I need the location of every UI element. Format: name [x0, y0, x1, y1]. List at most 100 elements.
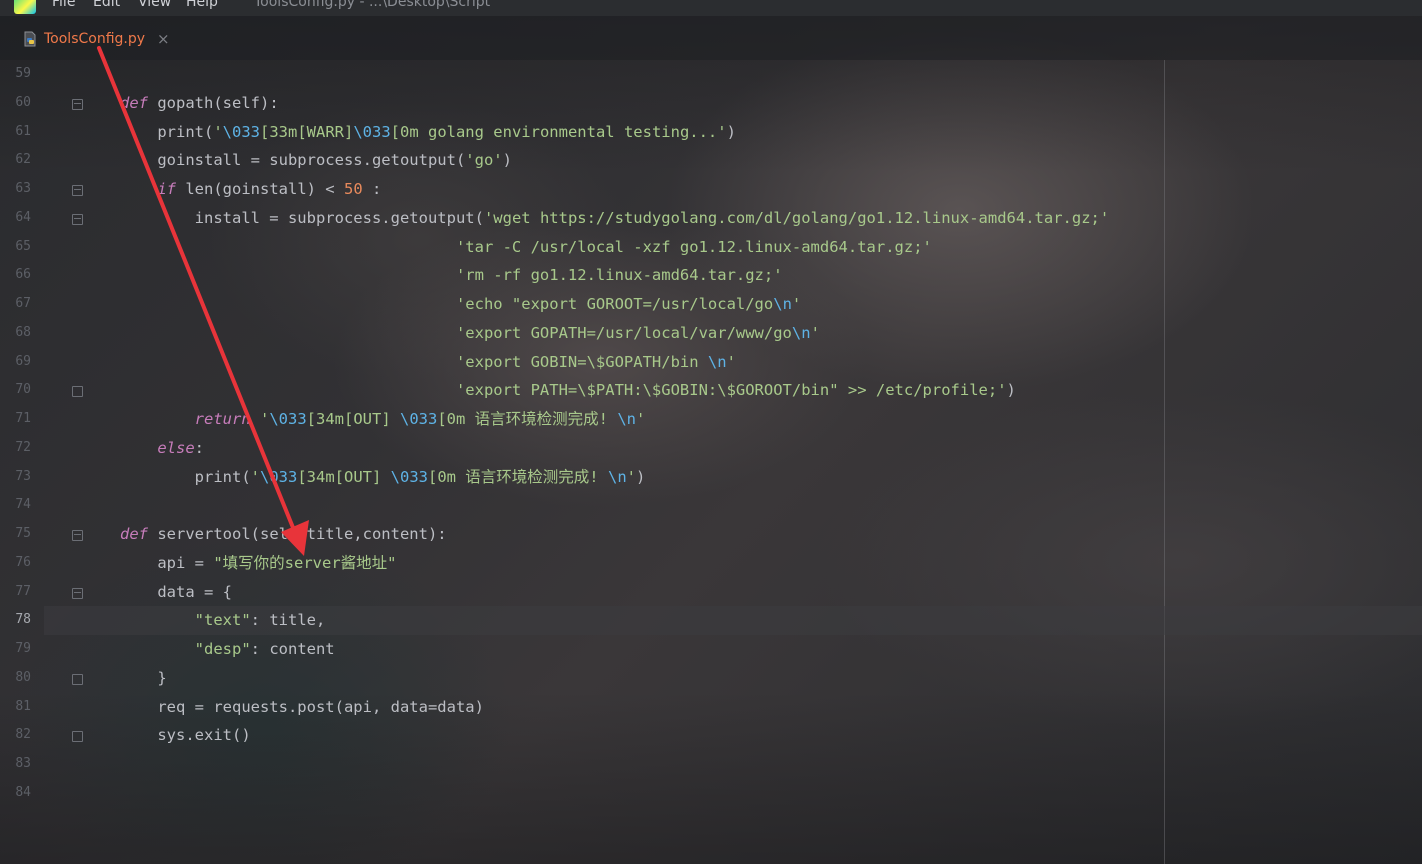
code-token: "填写你的server酱地址" [213, 553, 397, 572]
code-token: \n [707, 352, 727, 371]
code-line[interactable]: 60 def gopath(self): [0, 89, 1422, 118]
code-text: install = subprocess.getoutput('wget htt… [120, 204, 1110, 233]
code-token: : content [250, 640, 335, 658]
line-number: 76 [15, 554, 31, 570]
code-line[interactable]: 79 "desp": content [0, 635, 1422, 664]
line-number: 79 [15, 641, 31, 656]
line-number: 63 [15, 181, 31, 196]
code-line[interactable]: 75 def servertool(self,title,content): [0, 520, 1422, 549]
code-token: ' [250, 467, 260, 486]
code-token: [34m[OUT] [297, 467, 391, 486]
line-number: 81 [15, 698, 31, 714]
code-line[interactable]: 84 [0, 779, 1422, 808]
code-editor[interactable]: 59 60 def gopath(self): 61 print('\033[33m[… [0, 60, 1422, 864]
code-line[interactable]: 78 "text": title, [0, 606, 1422, 635]
line-number: 70 [15, 382, 31, 398]
line-number: 62 [15, 152, 31, 168]
code-line[interactable]: 70 'export PATH=\$PATH:\$GOBIN:\$GOROOT/… [0, 376, 1422, 405]
code-token: ) [1006, 381, 1016, 400]
tab-toolsconfig[interactable]: ToolsConfig.py × [22, 24, 170, 54]
line-number: 71 [15, 411, 31, 426]
code-line[interactable]: 68 'export GOPATH=/usr/local/var/www/go\… [0, 319, 1422, 348]
menu-view[interactable]: View [138, 0, 171, 10]
code-token: req = requests.post(api, data=data) [120, 697, 484, 716]
code-line[interactable]: 63 if len(goinstall) < 50 : [0, 175, 1422, 204]
code-line[interactable]: 82 sys.exit() [0, 721, 1422, 750]
code-text: return '\033[34m[OUT] \033[0m 语言环境检测完成! … [120, 405, 646, 434]
code-line[interactable]: 64 install = subprocess.getoutput('wget … [0, 204, 1422, 233]
code-line[interactable]: 83 [0, 750, 1422, 779]
tab-label: ToolsConfig.py [44, 31, 146, 47]
code-line[interactable]: 80 } [0, 664, 1422, 693]
code-token: 'tar -C /usr/local -xzf go1.12.linux-amd… [120, 237, 932, 256]
code-line[interactable]: 73 print('\033[34m[OUT] \033[0m 语言环境检测完成… [0, 463, 1422, 492]
code-text: 'echo "export GOROOT=/usr/local/go\n' [120, 290, 801, 319]
code-token: } [120, 668, 167, 687]
code-token: ) [502, 151, 512, 170]
code-line[interactable]: 69 'export GOBIN=\$GOPATH/bin \n' [0, 348, 1422, 377]
code-line[interactable]: 62 goinstall = subprocess.getoutput('go'… [0, 146, 1422, 175]
code-line[interactable]: 76 api = "填写你的server酱地址" [0, 549, 1422, 578]
code-token: \033 [269, 410, 307, 428]
code-token: \n [617, 410, 636, 428]
menu-help[interactable]: Help [186, 0, 218, 10]
code-token: goinstall = subprocess.getoutput( [120, 151, 466, 170]
code-token: ' [626, 467, 636, 486]
code-line[interactable]: 67 'echo "export GOROOT=/usr/local/go\n' [0, 290, 1422, 319]
code-line[interactable]: 66 'rm -rf go1.12.linux-amd64.tar.gz;' [0, 261, 1422, 290]
code-token: 'export GOBIN=\$GOPATH/bin [120, 352, 708, 371]
line-number: 68 [15, 324, 31, 340]
code-text: print('\033[33m[WARR]\033[0m golang envi… [120, 118, 736, 147]
code-token: 'echo "export GOROOT=/usr/local/go [120, 295, 774, 313]
code-text: } [120, 664, 167, 693]
fold-collapse-icon[interactable] [72, 98, 83, 110]
code-token: : [362, 180, 382, 198]
code-token: ) [636, 467, 646, 486]
fold-collapse-icon[interactable] [72, 185, 83, 196]
code-line[interactable]: 65 'tar -C /usr/local -xzf go1.12.linux-… [0, 233, 1422, 262]
code-token: ' [260, 410, 270, 428]
code-token: def [120, 93, 148, 112]
fold-collapse-icon[interactable] [72, 587, 83, 599]
code-token: print( [120, 122, 214, 141]
fold-end-icon[interactable] [72, 673, 83, 685]
menu-edit[interactable]: Edit [93, 0, 120, 10]
code-line[interactable]: 71 return '\033[34m[OUT] \033[0m 语言环境检测完… [0, 405, 1422, 434]
code-text: 'export GOPATH=/usr/local/var/www/go\n' [120, 319, 820, 348]
code-token: sys.exit() [120, 726, 251, 745]
code-line[interactable]: 81 req = requests.post(api, data=data) [0, 693, 1422, 722]
code-text: def servertool(self,title,content): [120, 520, 447, 549]
code-text: "desp": content [120, 635, 335, 664]
close-tab-icon[interactable]: × [157, 30, 170, 48]
code-line[interactable]: 61 print('\033[33m[WARR]\033[0m golang e… [0, 118, 1422, 147]
code-token: "desp" [120, 640, 251, 658]
code-text: api = "填写你的server酱地址" [120, 549, 396, 578]
pycharm-logo-icon [14, 0, 36, 14]
code-token: : title, [250, 611, 326, 630]
code-line[interactable]: 72 else: [0, 434, 1422, 463]
line-number: 69 [15, 353, 31, 369]
line-number: 64 [15, 209, 31, 225]
code-text: print('\033[34m[OUT] \033[0m 语言环境检测完成! \… [120, 463, 646, 492]
code-text: req = requests.post(api, data=data) [120, 693, 484, 722]
code-token: \033 [222, 122, 260, 141]
fold-collapse-icon[interactable] [72, 530, 83, 541]
fold-collapse-icon[interactable] [72, 213, 83, 225]
code-token: servertool(self,title,content): [148, 525, 447, 543]
fold-end-icon[interactable] [72, 731, 83, 743]
line-number: 60 [15, 94, 31, 110]
code-line[interactable]: 77 data = { [0, 578, 1422, 607]
code-token: gopath(self): [148, 93, 279, 112]
code-token: install = subprocess.getoutput( [120, 208, 484, 227]
code-line[interactable]: 74 [0, 491, 1422, 520]
window-title: ToolsConfig.py - ...\Desktop\Script [254, 0, 491, 10]
line-number: 59 [15, 66, 31, 81]
line-number: 80 [15, 669, 31, 685]
code-line[interactable]: 59 [0, 60, 1422, 89]
code-token: ' [810, 323, 820, 342]
code-token: [0m 语言环境检测完成! [437, 410, 618, 428]
code-text: 'rm -rf go1.12.linux-amd64.tar.gz;' [120, 261, 783, 290]
fold-end-icon[interactable] [72, 386, 83, 398]
code-token: print( [120, 467, 251, 486]
menu-file[interactable]: File [52, 0, 75, 10]
